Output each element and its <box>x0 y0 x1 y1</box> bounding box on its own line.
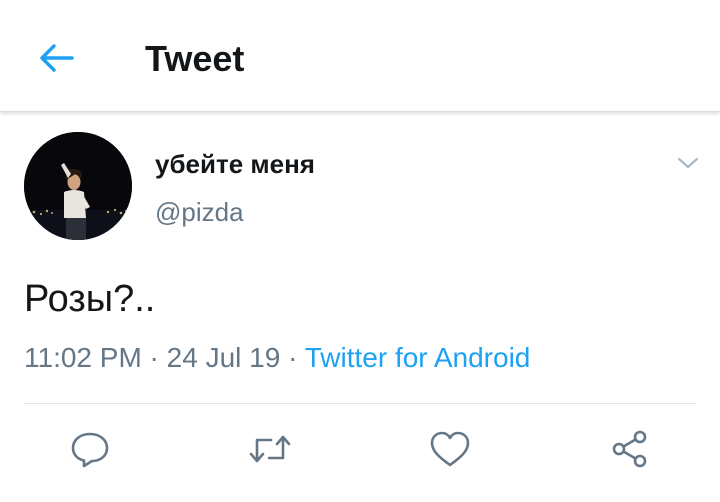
display-name[interactable]: убейте меня <box>155 148 315 180</box>
tweet-time: 11:02 PM <box>24 342 142 373</box>
tweet-source-link[interactable]: Twitter for Android <box>305 342 531 373</box>
retweet-button[interactable] <box>245 424 295 474</box>
chevron-down-icon <box>677 157 699 169</box>
share-icon <box>612 430 647 468</box>
reply-button[interactable] <box>65 424 115 474</box>
tweet-options-button[interactable] <box>670 148 706 178</box>
back-button[interactable] <box>30 36 82 80</box>
top-app-bar: Tweet <box>0 0 720 112</box>
share-button[interactable] <box>605 424 655 474</box>
meta-separator: · <box>141 342 167 373</box>
tweet-text: Розы?.. <box>24 278 156 320</box>
page-title: Tweet <box>145 38 245 79</box>
reply-icon <box>71 432 109 468</box>
like-button[interactable] <box>425 424 475 474</box>
tweet-date: 24 Jul 19 <box>166 342 281 373</box>
meta-separator: · <box>280 342 305 373</box>
avatar[interactable] <box>24 132 132 240</box>
arrow-left-icon <box>40 44 74 72</box>
user-handle[interactable]: @pizda <box>155 196 244 228</box>
divider <box>24 403 696 404</box>
tweet-meta: 11:02 PM · 24 Jul 19 · Twitter for Andro… <box>24 340 530 376</box>
retweet-icon <box>249 435 291 463</box>
heart-icon <box>430 431 470 467</box>
